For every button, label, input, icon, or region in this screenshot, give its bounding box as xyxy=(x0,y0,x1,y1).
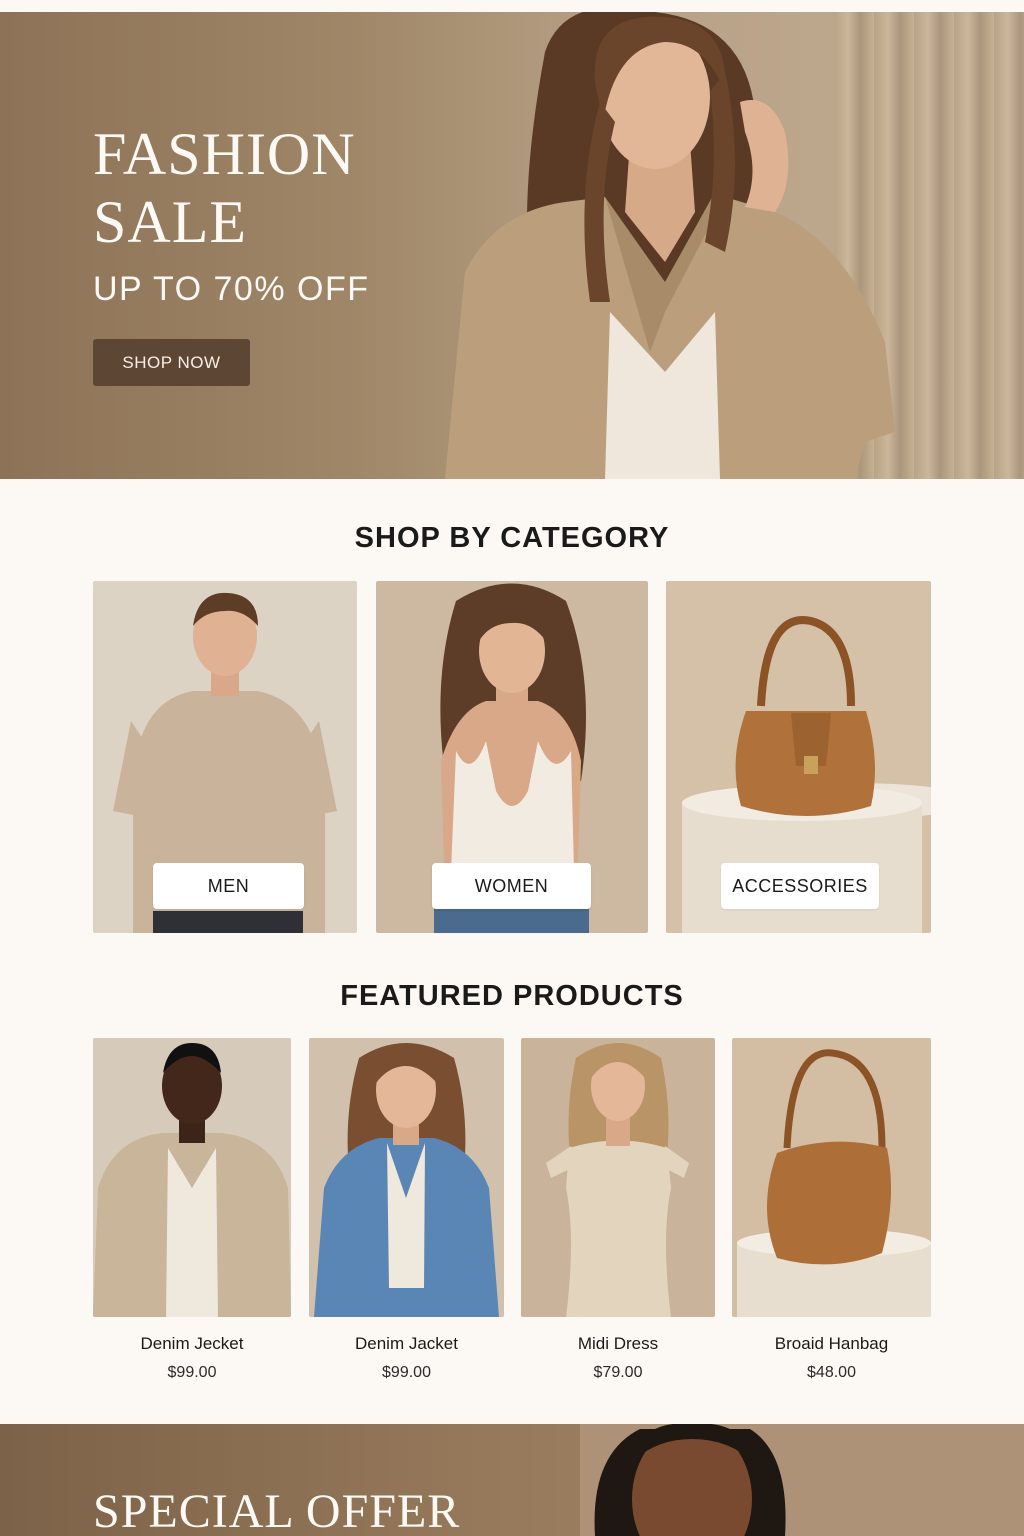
product-price-1: $99.00 xyxy=(167,1364,217,1381)
product-name-3[interactable]: Midi Dress xyxy=(521,1334,715,1354)
special-offer-banner: SPECIAL OFFER xyxy=(0,1424,1024,1536)
product-price-2: $99.00 xyxy=(382,1364,431,1381)
category-label-accessories[interactable]: ACCESSORIES xyxy=(721,863,879,909)
category-card-men[interactable]: MEN xyxy=(93,581,357,933)
product-image-3[interactable] xyxy=(521,1038,715,1317)
product-photo-midi-dress xyxy=(521,1038,715,1317)
product-image-1[interactable] xyxy=(93,1038,291,1317)
category-label-men[interactable]: MEN xyxy=(153,863,304,909)
product-price-3: $79.00 xyxy=(593,1364,643,1381)
shop-now-button[interactable]: SHOP NOW xyxy=(93,339,250,386)
product-photo-denim-jacket xyxy=(309,1038,504,1317)
hero-subtitle: UP TO 70% OFF xyxy=(93,270,370,308)
category-card-women[interactable]: WOMEN xyxy=(376,581,648,933)
offer-model-image xyxy=(580,1424,1024,1536)
special-offer-title: SPECIAL OFFER xyxy=(93,1485,461,1536)
product-name-2[interactable]: Denim Jacket xyxy=(309,1334,504,1354)
product-image-2[interactable] xyxy=(309,1038,504,1317)
category-section-title: SHOP BY CATEGORY xyxy=(354,522,670,554)
featured-section-title: FEATURED PRODUCTS xyxy=(340,980,684,1012)
product-photo-handbag xyxy=(732,1038,931,1317)
product-name-4[interactable]: Broaid Hanbag xyxy=(732,1334,931,1354)
product-image-4[interactable] xyxy=(732,1038,931,1317)
product-price-4: $48.00 xyxy=(807,1364,856,1381)
product-name-1[interactable]: Denim Jecket xyxy=(93,1334,291,1354)
category-card-accessories[interactable]: ACCESSORIES xyxy=(666,581,931,933)
hero-title: FASHION SALE xyxy=(93,121,356,255)
hero-model-image xyxy=(445,12,895,479)
hero-banner: FASHION SALE UP TO 70% OFF SHOP NOW xyxy=(0,12,1024,479)
product-photo-shirt xyxy=(93,1038,291,1317)
category-label-women[interactable]: WOMEN xyxy=(432,863,591,909)
top-strip xyxy=(0,0,1024,12)
